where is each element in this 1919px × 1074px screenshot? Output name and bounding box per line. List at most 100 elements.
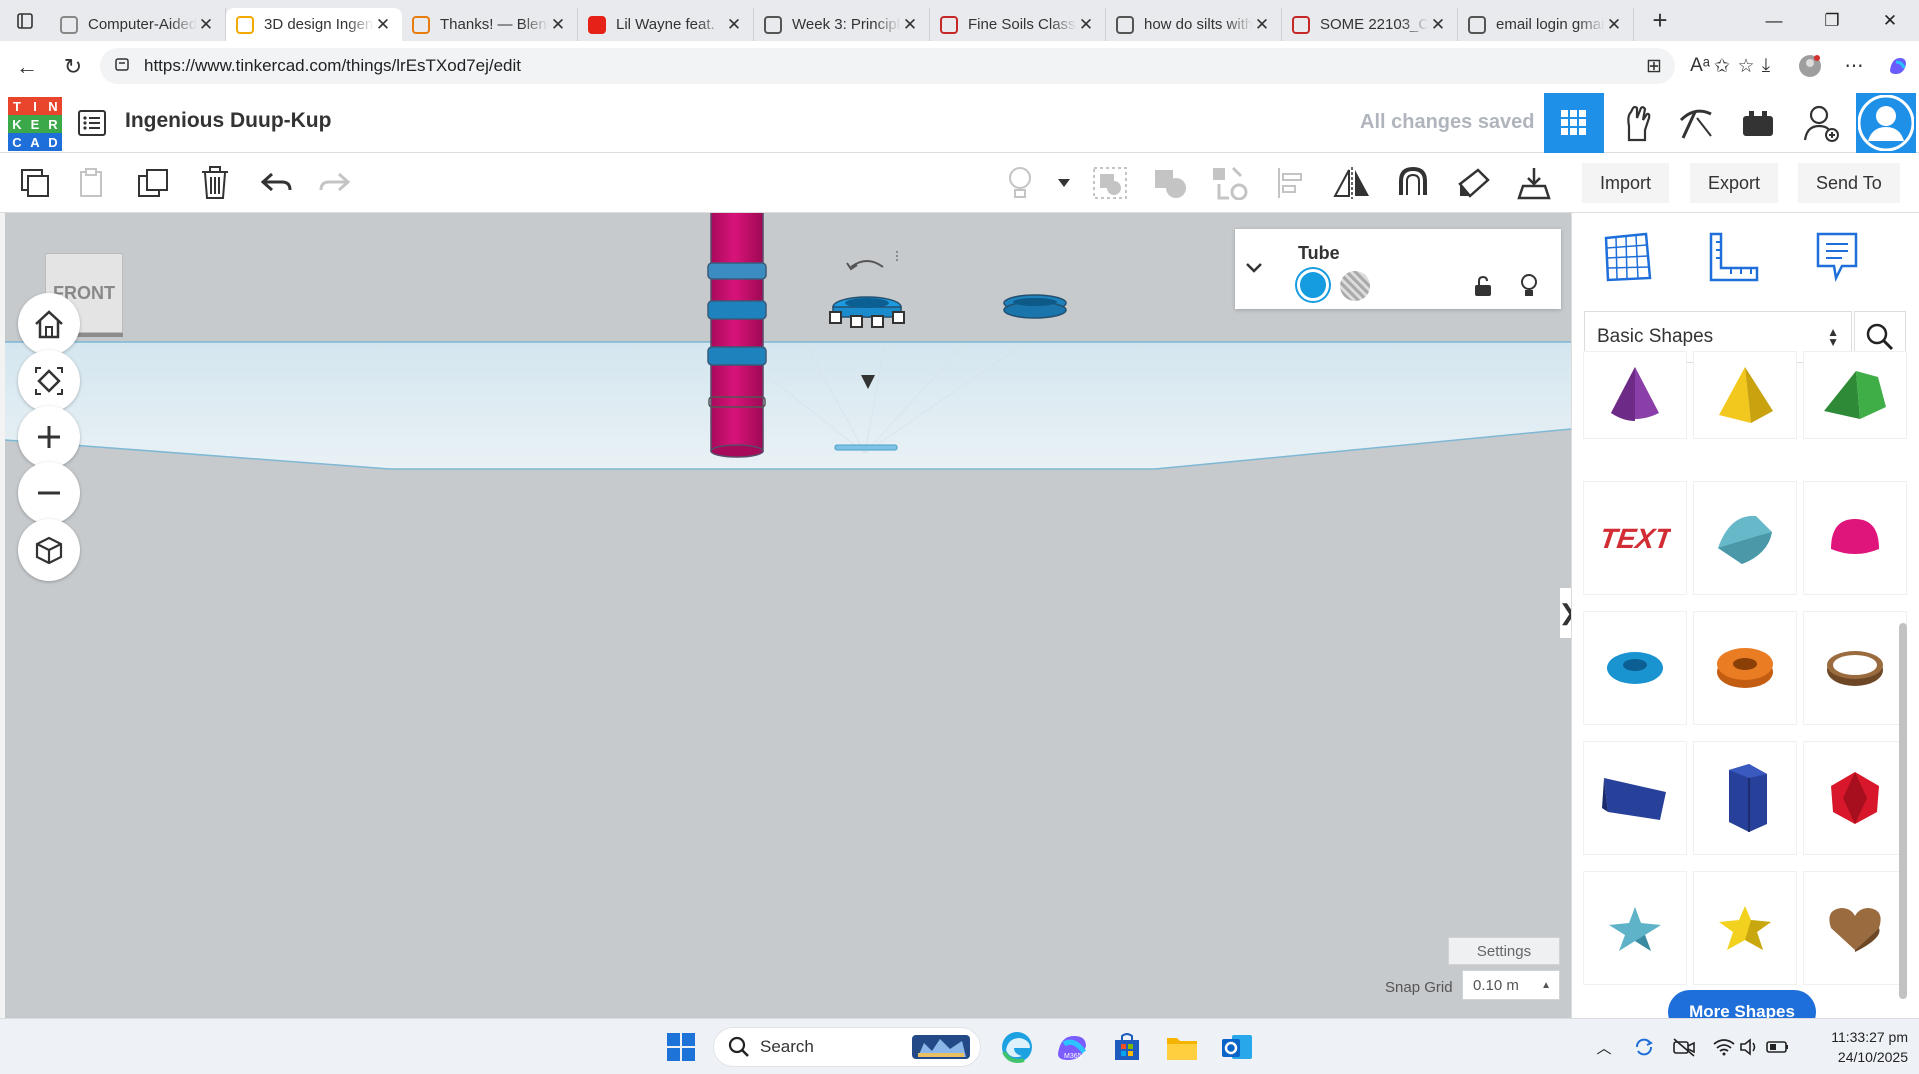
show-hidden-icons-icon[interactable]: ︿: [1592, 1035, 1616, 1059]
pyramid-shape[interactable]: [1694, 352, 1796, 438]
visibility-lightbulb-icon[interactable]: [1516, 273, 1542, 299]
minimize-icon[interactable]: —: [1745, 0, 1803, 41]
close-tab-icon[interactable]: ✕: [1605, 15, 1623, 35]
new-tab-button[interactable]: +: [1640, 5, 1680, 36]
copy-icon[interactable]: [15, 163, 55, 203]
close-tab-icon[interactable]: ✕: [549, 15, 567, 35]
favorites-icon[interactable]: ✩: [1709, 48, 1735, 84]
hole-button[interactable]: [1340, 271, 1370, 301]
m365-copilot-icon[interactable]: M365: [1052, 1027, 1092, 1067]
close-tab-icon[interactable]: ✕: [1253, 15, 1271, 35]
star-shape[interactable]: [1694, 872, 1796, 984]
more-options-icon[interactable]: ⋯: [1841, 48, 1867, 84]
polygon-shape[interactable]: [1694, 742, 1796, 854]
ruler-pencil-icon[interactable]: [1454, 163, 1494, 203]
browser-tab[interactable]: how do silts with ✕: [1106, 8, 1282, 41]
taskbar-search[interactable]: Search: [713, 1027, 981, 1067]
browser-tab[interactable]: Fine Soils Classification✕: [930, 8, 1106, 41]
zoom-in-button[interactable]: [18, 406, 80, 468]
icosahedron-shape[interactable]: [1804, 742, 1906, 854]
downloads-icon[interactable]: ⤓: [1753, 48, 1779, 84]
notes-lightbulb-icon[interactable]: [1000, 163, 1040, 203]
tube-ring-1[interactable]: [707, 262, 767, 280]
lock-icon[interactable]: [1470, 273, 1496, 299]
star-flat-shape[interactable]: [1584, 872, 1686, 984]
delete-icon[interactable]: [195, 163, 235, 203]
snap-grid-select[interactable]: 0.10 m ▲: [1462, 970, 1560, 1000]
bricks-pickaxe-icon[interactable]: [1666, 93, 1726, 153]
align-icon[interactable]: [1272, 163, 1312, 203]
panel-scrollbar[interactable]: [1899, 623, 1907, 999]
browser-tab[interactable]: 3D design Ingenious Duup-Kup✕: [226, 8, 402, 41]
paste-icon[interactable]: [72, 163, 112, 203]
browser-tab[interactable]: email login gmail ✕: [1458, 8, 1634, 41]
sync-icon[interactable]: [1632, 1035, 1656, 1059]
close-window-icon[interactable]: ✕: [1861, 0, 1919, 41]
notes-tool-icon[interactable]: [1802, 227, 1872, 287]
export-button[interactable]: Export: [1690, 163, 1779, 203]
refresh-icon[interactable]: ↻: [50, 47, 96, 87]
close-tab-icon[interactable]: ✕: [197, 15, 215, 35]
workplane-align-icon[interactable]: [1210, 163, 1250, 203]
tube-ring-2[interactable]: [707, 300, 767, 320]
half-sphere-shape[interactable]: [1804, 482, 1906, 594]
cruise-magnet-icon[interactable]: [1392, 163, 1432, 203]
ruler-tool-icon[interactable]: [1697, 227, 1767, 287]
browser-tab[interactable]: Computer-Aided Design✕: [50, 8, 226, 41]
wedge-shape[interactable]: [1584, 742, 1686, 854]
heart-shape[interactable]: [1804, 872, 1906, 984]
duplicate-icon[interactable]: [134, 163, 174, 203]
mirror-icon[interactable]: [1332, 163, 1372, 203]
solid-color-button[interactable]: [1297, 269, 1329, 301]
battery-icon[interactable]: [1766, 1035, 1790, 1059]
3d-view-button[interactable]: [1544, 93, 1604, 153]
round-roof-shape[interactable]: [1694, 482, 1796, 594]
redo-icon[interactable]: [315, 163, 355, 203]
edge-browser-icon[interactable]: [997, 1027, 1037, 1067]
more-shapes-button[interactable]: More Shapes: [1668, 990, 1816, 1018]
system-clock[interactable]: 11:33:27 pm 24/10/2025: [1800, 1027, 1908, 1067]
address-bar[interactable]: https://www.tinkercad.com/things/lrEsTXo…: [100, 48, 1675, 84]
app-available-icon[interactable]: ⊞: [1641, 48, 1667, 84]
wifi-icon[interactable]: [1712, 1035, 1736, 1059]
workplane-tool-icon[interactable]: [1592, 227, 1662, 287]
tinkercad-logo[interactable]: TINKERCAD: [8, 97, 62, 151]
close-tab-icon[interactable]: ✕: [901, 15, 919, 35]
close-tab-icon[interactable]: ✕: [1077, 15, 1095, 35]
close-tab-icon[interactable]: ✕: [725, 15, 743, 35]
microsoft-store-icon[interactable]: [1107, 1027, 1147, 1067]
workplane-grid[interactable]: [5, 342, 1571, 469]
ring-shape[interactable]: [1804, 612, 1906, 724]
settings-button[interactable]: Settings: [1448, 937, 1560, 965]
selected-tube-shape[interactable]: [829, 249, 905, 328]
tube-ring-3[interactable]: [707, 346, 767, 366]
3d-scene[interactable]: [5, 213, 1571, 1018]
panel-collapse-chevron-icon[interactable]: ❯: [1559, 588, 1571, 638]
blocks-view-icon[interactable]: [1606, 93, 1666, 153]
user-avatar[interactable]: [1856, 93, 1916, 153]
ortho-perspective-button[interactable]: [18, 519, 80, 581]
maximize-icon[interactable]: ❐: [1803, 0, 1861, 41]
floating-tube-shape[interactable]: [1003, 294, 1067, 319]
pink-cylinder-shape[interactable]: [710, 213, 764, 458]
inspector-collapse-icon[interactable]: [1245, 257, 1263, 280]
roof-shape[interactable]: [1804, 352, 1906, 438]
site-info-icon[interactable]: [114, 56, 130, 77]
camera-off-icon[interactable]: [1672, 1035, 1696, 1059]
notes-dropdown-icon[interactable]: [1044, 163, 1084, 203]
flip-floor-icon[interactable]: [1514, 163, 1554, 203]
ungroup-icon[interactable]: [1150, 163, 1190, 203]
zoom-out-button[interactable]: [18, 462, 80, 524]
import-button[interactable]: Import: [1582, 163, 1670, 203]
design-title[interactable]: Ingenious Duup-Kup: [125, 109, 331, 133]
back-icon[interactable]: ←: [4, 47, 50, 87]
browser-tab[interactable]: Week 3: Principles✕: [754, 8, 930, 41]
torus-shape[interactable]: [1584, 612, 1686, 724]
workplane-viewport[interactable]: FRONT Tube ❯ Settings Snap Grid 0.10 m ▲: [5, 213, 1571, 1018]
tab-actions-icon[interactable]: [0, 0, 50, 41]
close-tab-icon[interactable]: ✕: [374, 15, 392, 35]
undo-icon[interactable]: [256, 163, 296, 203]
copilot-icon[interactable]: [1885, 48, 1911, 84]
text-shape[interactable]: TEXT: [1584, 482, 1686, 594]
browser-tab[interactable]: SOME 22103_C ✕: [1282, 8, 1458, 41]
